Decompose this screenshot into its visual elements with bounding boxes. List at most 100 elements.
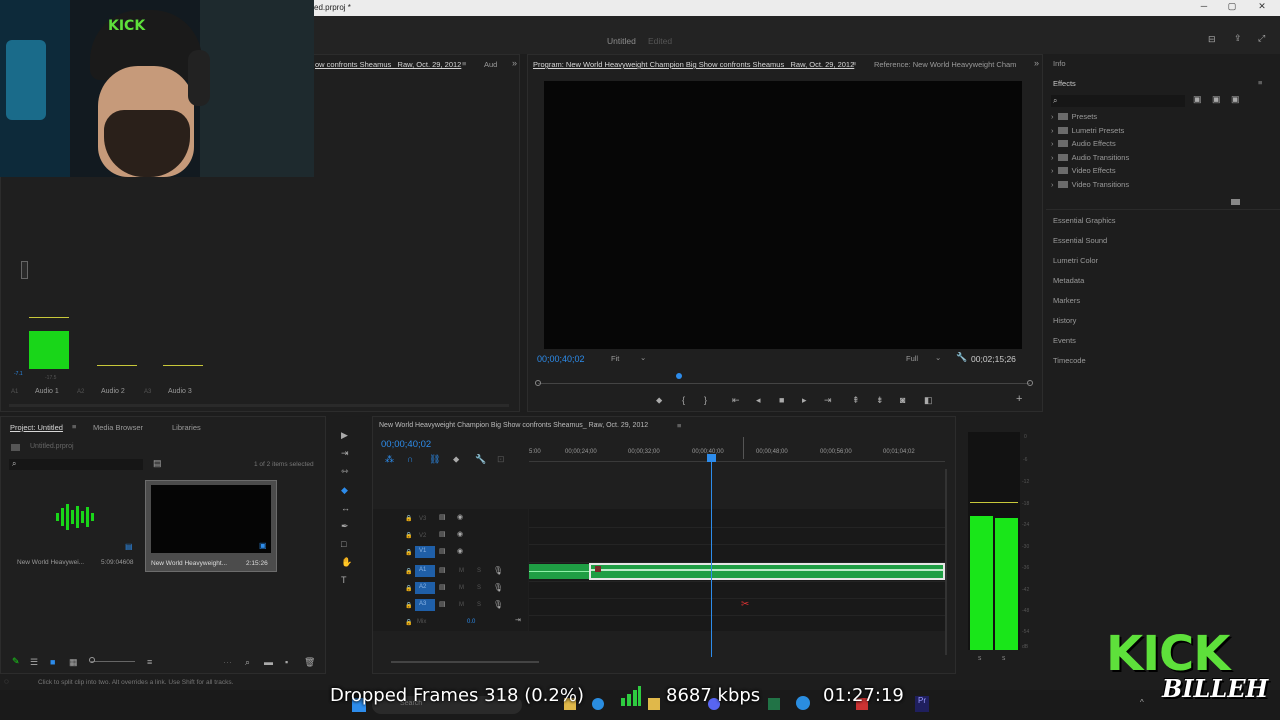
- audio-clip[interactable]: [529, 564, 589, 579]
- mute-button[interactable]: M: [459, 585, 464, 591]
- project-item-audio[interactable]: ▤ New World Heavywei... 5:09:04608: [13, 485, 139, 569]
- program-tab[interactable]: Program: New World Heavyweight Champion …: [533, 60, 854, 69]
- ripple-edit-tool-icon[interactable]: ⇿: [341, 466, 349, 477]
- sequence-tab-menu-icon[interactable]: ≡: [677, 421, 681, 430]
- source-scrollbar[interactable]: [9, 404, 509, 407]
- 32bit-effects-icon[interactable]: ▣: [1212, 94, 1221, 105]
- lock-icon[interactable]: 🔒: [405, 549, 412, 556]
- project-item-video[interactable]: ▣ New World Heavyweight... 2:15:26: [145, 480, 277, 572]
- lift-icon[interactable]: ⇞: [852, 395, 860, 406]
- program-tab-menu-icon[interactable]: ≡: [852, 59, 856, 68]
- effects-tree-item-video-transitions[interactable]: › Video Transitions: [1051, 180, 1271, 194]
- solo-button[interactable]: S: [477, 568, 481, 574]
- source-tab-menu-icon[interactable]: ≡: [462, 59, 466, 68]
- sync-lock-icon[interactable]: ▤: [439, 583, 446, 591]
- a2-source-patch[interactable]: A2: [415, 582, 435, 594]
- video-preview[interactable]: [544, 81, 1022, 349]
- libraries-tab[interactable]: Libraries: [172, 423, 201, 432]
- source-tab[interactable]: ow confronts Sheamus_ Raw, Oct. 29, 2012: [315, 60, 461, 69]
- effects-tree-item-audio-effects[interactable]: › Audio Effects: [1051, 139, 1271, 153]
- premiere-icon[interactable]: Pr: [915, 696, 929, 712]
- snap-icon[interactable]: ∩: [407, 454, 413, 464]
- markers-section[interactable]: Markers: [1053, 296, 1080, 305]
- go-to-in-icon[interactable]: ⇤: [732, 395, 740, 406]
- trash-icon[interactable]: 🗑: [304, 657, 315, 668]
- effects-tree-item-audio-transitions[interactable]: › Audio Transitions: [1051, 153, 1271, 167]
- track-select-tool-icon[interactable]: ⇥: [341, 448, 349, 459]
- film-icon[interactable]: ▤: [439, 513, 446, 521]
- add-marker-icon[interactable]: ⬥: [656, 395, 662, 406]
- minimize-button[interactable]: ─: [1196, 1, 1212, 15]
- app-icon[interactable]: [796, 696, 810, 710]
- effects-menu-icon[interactable]: ≡: [1258, 78, 1262, 87]
- maximize-button[interactable]: ▢: [1224, 1, 1240, 15]
- solo-button[interactable]: S: [477, 602, 481, 608]
- wrench-icon[interactable]: 🔧: [475, 454, 486, 465]
- eye-icon[interactable]: ◉: [457, 547, 463, 555]
- hand-tool-icon[interactable]: ✋: [341, 557, 352, 568]
- type-tool-icon[interactable]: T: [341, 575, 347, 585]
- eye-icon[interactable]: ◉: [457, 530, 463, 538]
- edge-icon[interactable]: [592, 698, 604, 710]
- workspace-icon[interactable]: ⊟: [1208, 34, 1216, 45]
- accelerated-effects-icon[interactable]: ▣: [1193, 94, 1202, 105]
- share-icon[interactable]: ⇪: [1234, 33, 1242, 44]
- pen-tool-icon[interactable]: ✒: [341, 521, 349, 532]
- add-button-icon[interactable]: +: [1016, 393, 1022, 405]
- metadata-section[interactable]: Metadata: [1053, 276, 1084, 285]
- timeline-timecode[interactable]: 00;00;40;02: [381, 439, 431, 450]
- close-button[interactable]: ✕: [1254, 1, 1270, 15]
- lock-icon[interactable]: 🔒: [405, 619, 412, 626]
- playhead[interactable]: [711, 455, 712, 657]
- lock-icon[interactable]: 🔒: [405, 515, 412, 522]
- new-item-icon[interactable]: ▪: [285, 657, 288, 667]
- lock-icon[interactable]: 🔒: [405, 602, 412, 609]
- rectangle-tool-icon[interactable]: □: [341, 539, 346, 549]
- selection-tool-icon[interactable]: ▶: [341, 430, 348, 441]
- info-tab[interactable]: Info: [1053, 59, 1066, 68]
- sequence-tab[interactable]: New World Heavyweight Champion Big Show …: [379, 422, 648, 429]
- sync-lock-icon[interactable]: ▤: [439, 566, 446, 574]
- more-tabs-icon[interactable]: »: [1034, 58, 1039, 68]
- pencil-icon[interactable]: ✎: [12, 656, 20, 667]
- nest-icon[interactable]: ⁂: [385, 454, 394, 465]
- razor-tool-icon[interactable]: ◆: [341, 485, 348, 496]
- sync-lock-icon[interactable]: ▤: [439, 600, 446, 608]
- solo-button[interactable]: S: [477, 585, 481, 591]
- go-to-end-icon[interactable]: ⇥: [515, 616, 521, 624]
- mute-button[interactable]: M: [459, 568, 464, 574]
- track-area[interactable]: ✂: [529, 509, 945, 631]
- film-icon[interactable]: ▤: [439, 530, 446, 538]
- timeline-horizontal-scrollbar[interactable]: [391, 661, 539, 663]
- linked-selection-icon[interactable]: ⛓: [429, 454, 440, 465]
- go-to-out-icon[interactable]: ⇥: [824, 395, 832, 406]
- step-forward-icon[interactable]: ▸: [802, 395, 807, 406]
- mark-out-icon[interactable]: }: [704, 395, 707, 405]
- step-back-icon[interactable]: ◂: [756, 395, 761, 406]
- essential-sound-section[interactable]: Essential Sound: [1053, 236, 1107, 245]
- playback-scrub-bar[interactable]: [538, 383, 1030, 384]
- effects-tree-item-lumetri-presets[interactable]: › Lumetri Presets: [1051, 126, 1271, 140]
- new-bin-icon[interactable]: ▬: [264, 657, 273, 667]
- audio-clip-selected[interactable]: [589, 563, 945, 580]
- project-tab[interactable]: Project: Untitled: [10, 423, 63, 432]
- fit-select[interactable]: Fit: [611, 354, 619, 363]
- wrench-icon[interactable]: 🔧: [956, 352, 967, 363]
- solo-right-button[interactable]: S: [1002, 656, 1005, 662]
- find-icon[interactable]: ⌕: [245, 657, 250, 668]
- v1-source-patch[interactable]: V1: [415, 546, 435, 558]
- mix-value[interactable]: 0.0: [467, 619, 475, 625]
- automate-icon[interactable]: ⋯: [223, 657, 232, 668]
- lock-icon[interactable]: 🔒: [405, 585, 412, 592]
- comparison-view-icon[interactable]: ◧: [924, 395, 933, 406]
- media-browser-tab[interactable]: Media Browser: [93, 423, 143, 432]
- mute-button[interactable]: M: [459, 602, 464, 608]
- new-bin-icon[interactable]: [1231, 199, 1240, 205]
- store-icon[interactable]: [648, 698, 660, 710]
- effects-tree-item-video-effects[interactable]: › Video Effects: [1051, 166, 1271, 180]
- quality-select[interactable]: Full: [906, 354, 918, 363]
- more-tabs-icon[interactable]: »: [512, 58, 517, 68]
- channel-1-fader[interactable]: [21, 261, 28, 279]
- sort-icon[interactable]: ≡: [147, 657, 152, 667]
- project-tab-menu-icon[interactable]: ≡: [72, 422, 76, 431]
